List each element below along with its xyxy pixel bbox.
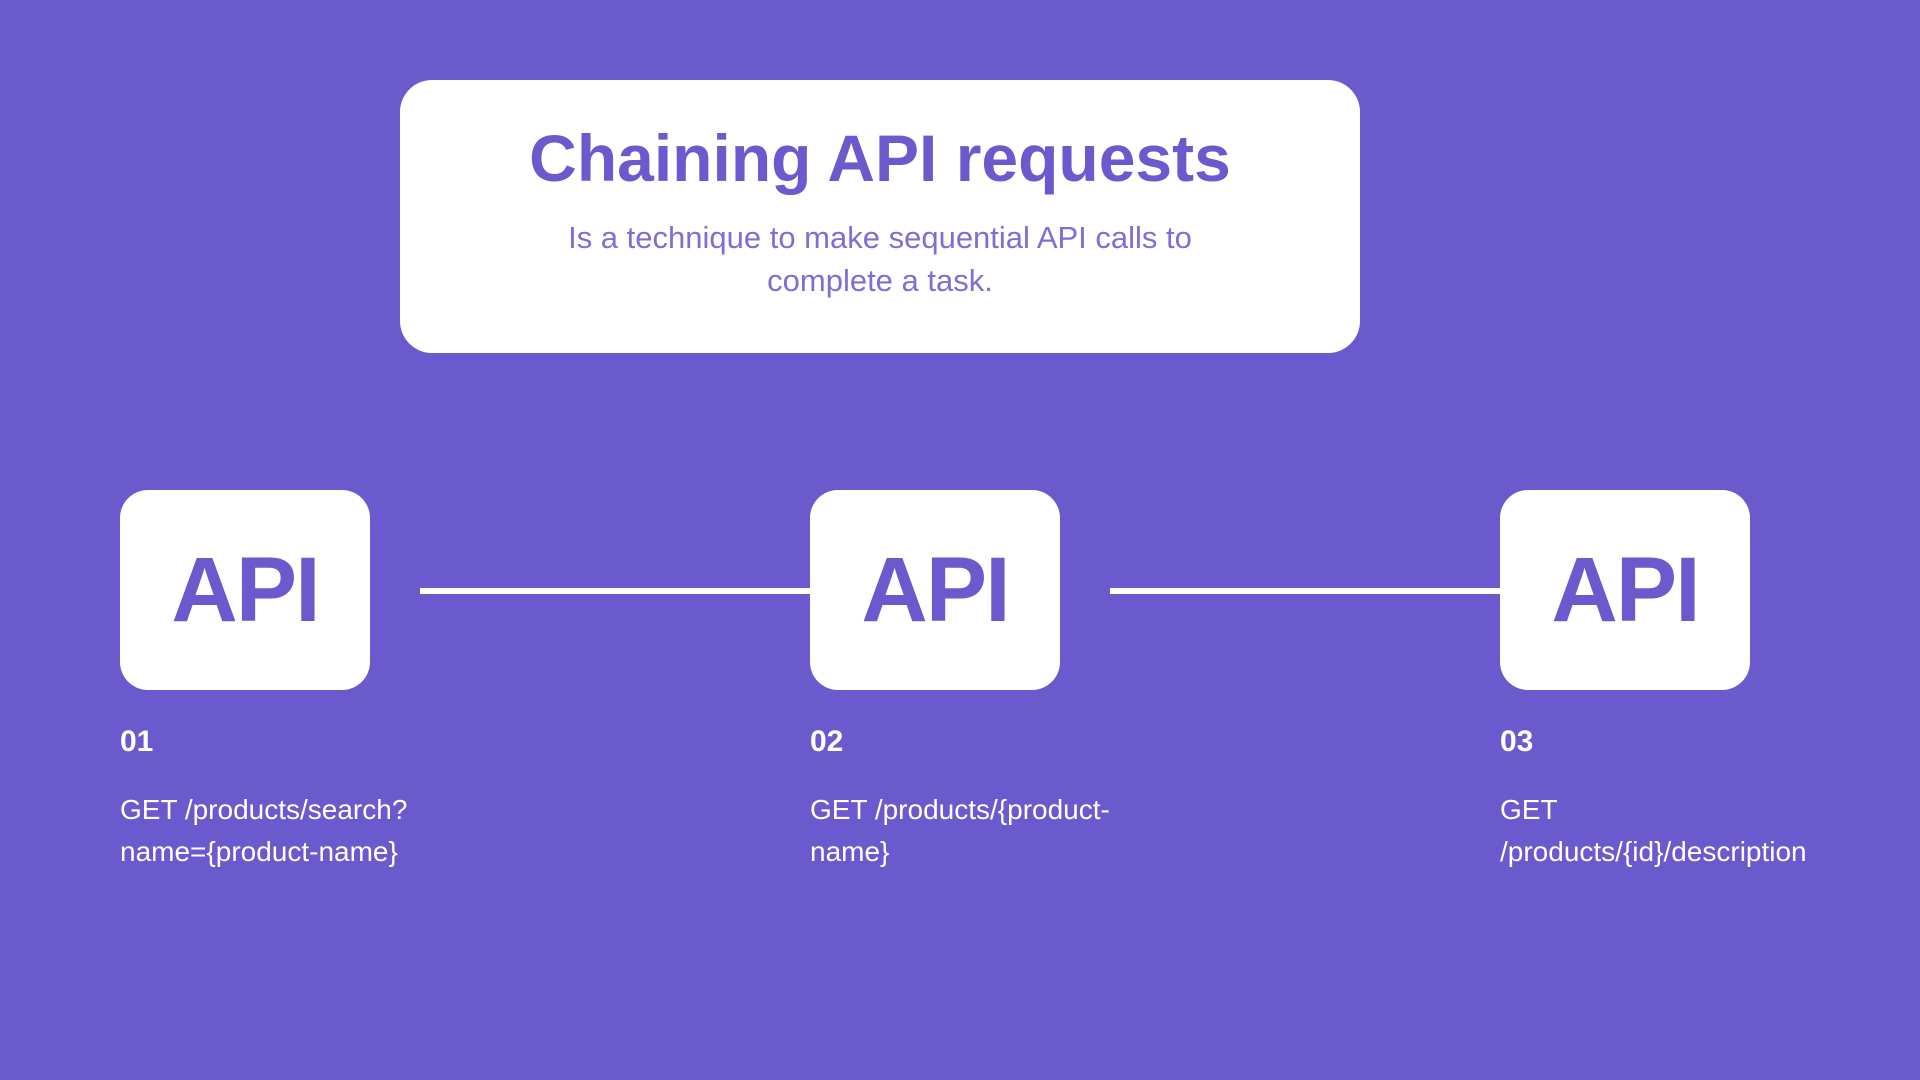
step-3: API 03 GET /products/{id}/description (1500, 490, 1800, 873)
header-card: Chaining API requests Is a technique to … (400, 80, 1360, 353)
api-box-1: API (120, 490, 370, 690)
endpoint-1: GET /products/search?name={product-name} (120, 789, 420, 873)
api-box-3: API (1500, 490, 1750, 690)
api-chain: API 01 GET /products/search?name={produc… (120, 490, 1800, 873)
api-label: API (171, 538, 318, 643)
step-number-3: 03 (1500, 725, 1533, 759)
connector-2 (1110, 588, 1500, 594)
connector-1 (420, 588, 810, 594)
api-label: API (1551, 538, 1698, 643)
step-1: API 01 GET /products/search?name={produc… (120, 490, 420, 873)
api-box-2: API (810, 490, 1060, 690)
api-label: API (861, 538, 1008, 643)
endpoint-2: GET /products/{product-name} (810, 789, 1110, 873)
step-number-1: 01 (120, 725, 153, 759)
page-title: Chaining API requests (460, 120, 1300, 196)
page-subtitle: Is a technique to make sequential API ca… (530, 216, 1230, 303)
step-2: API 02 GET /products/{product-name} (810, 490, 1110, 873)
endpoint-3: GET /products/{id}/description (1500, 789, 1807, 873)
step-number-2: 02 (810, 725, 843, 759)
